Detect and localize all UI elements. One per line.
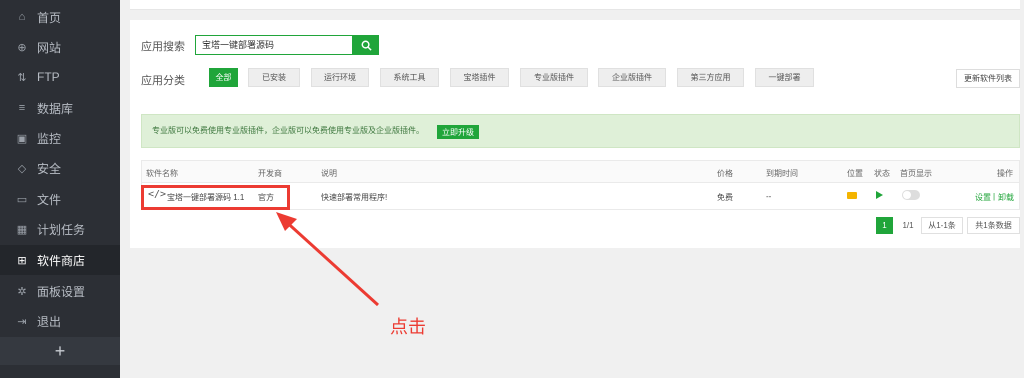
annotation-arrow [276,212,380,307]
click-annotation: 点击 [390,317,426,338]
